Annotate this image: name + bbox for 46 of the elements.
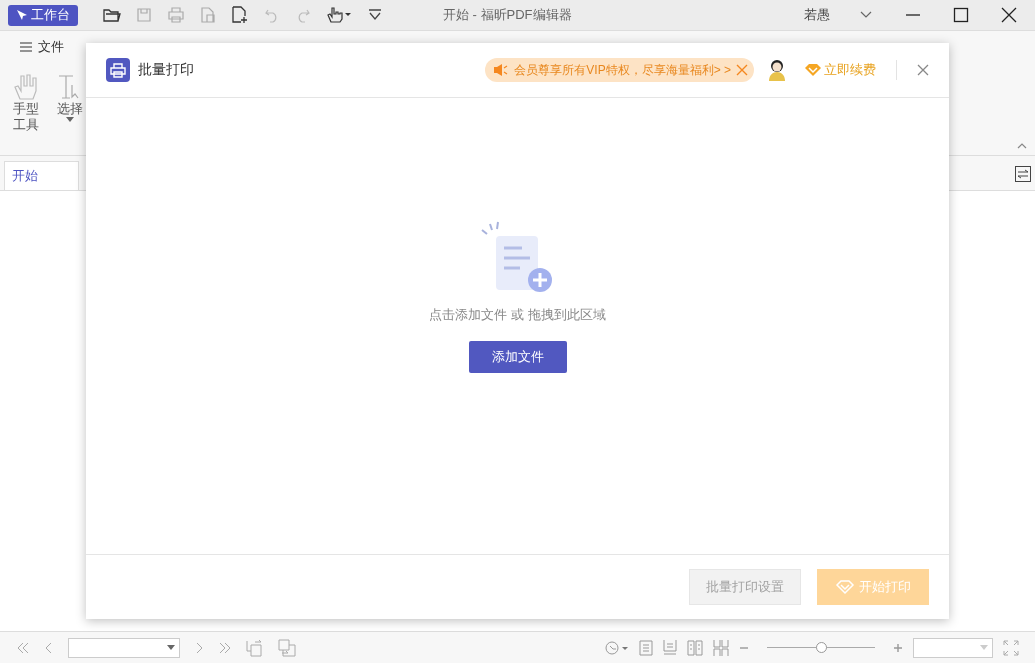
caret-icon bbox=[66, 117, 74, 122]
zoom-dropdown[interactable] bbox=[913, 637, 993, 658]
swap-icon[interactable] bbox=[1015, 166, 1031, 182]
ribbon-tool[interactable]: 手型工具 bbox=[10, 73, 42, 133]
close-icon[interactable] bbox=[1001, 7, 1017, 23]
save-icon[interactable] bbox=[136, 7, 152, 23]
window-title: 开始 - 福昕PDF编辑器 bbox=[443, 6, 572, 24]
new-file-icon[interactable] bbox=[231, 6, 249, 24]
panel-tab[interactable]: 开始 bbox=[4, 161, 79, 190]
continuous-facing-icon[interactable] bbox=[713, 639, 729, 656]
collapse-icon[interactable] bbox=[1017, 143, 1027, 149]
folder-icon[interactable] bbox=[103, 7, 121, 23]
drop-hint: 点击添加文件 或 拖拽到此区域 bbox=[429, 305, 606, 324]
caret-icon bbox=[167, 645, 175, 650]
dialog-title: 批量打印 bbox=[138, 61, 194, 79]
caret-icon[interactable] bbox=[860, 11, 872, 19]
workbench-button[interactable]: 工作台 bbox=[8, 4, 78, 26]
last-page-icon[interactable] bbox=[218, 641, 232, 654]
slider-thumb[interactable] bbox=[816, 642, 827, 653]
zoom-in-icon[interactable] bbox=[893, 642, 903, 653]
next-view-icon[interactable] bbox=[278, 638, 296, 657]
continuous-page-icon[interactable] bbox=[663, 639, 677, 656]
hand-icon[interactable] bbox=[326, 6, 352, 24]
facing-pages-icon[interactable] bbox=[687, 639, 703, 656]
maximize-icon[interactable] bbox=[953, 7, 969, 23]
previous-view-icon[interactable] bbox=[246, 638, 264, 657]
first-page-icon[interactable] bbox=[16, 641, 30, 654]
user-name[interactable]: 若愚 bbox=[804, 6, 830, 24]
hand-icon bbox=[13, 73, 39, 101]
single-page-icon[interactable] bbox=[639, 639, 653, 656]
fullscreen-icon[interactable] bbox=[1003, 639, 1019, 656]
previous-page-icon[interactable] bbox=[44, 641, 54, 654]
diamond-icon bbox=[835, 579, 855, 595]
file-menu[interactable]: 文件 bbox=[20, 38, 64, 56]
caret-icon bbox=[980, 645, 988, 650]
printer-icon bbox=[106, 58, 130, 82]
add-file-button[interactable]: 添加文件 bbox=[468, 340, 567, 373]
diamond-icon bbox=[804, 63, 822, 77]
ribbon-tool[interactable]: 选择 bbox=[54, 73, 86, 122]
document-icon[interactable] bbox=[200, 7, 216, 23]
speaker-icon bbox=[493, 63, 510, 77]
page-dropdown[interactable] bbox=[68, 637, 180, 658]
print-icon[interactable] bbox=[167, 7, 185, 23]
next-page-icon[interactable] bbox=[194, 641, 204, 654]
menu-icon bbox=[20, 42, 32, 52]
rotate-icon[interactable] bbox=[605, 640, 629, 655]
